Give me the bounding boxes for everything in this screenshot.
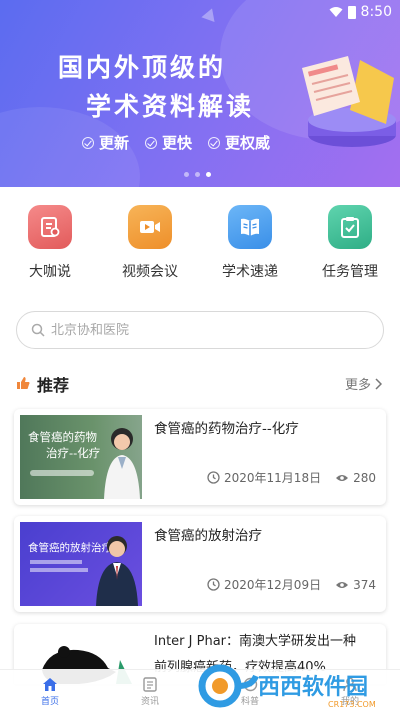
wifi-icon — [329, 7, 343, 17]
more-link[interactable]: 更多 — [345, 374, 382, 393]
banner-feature: 更权威 — [225, 134, 271, 152]
clock-icon — [207, 471, 220, 484]
search-input[interactable] — [51, 322, 351, 338]
chevron-right-icon — [375, 377, 382, 390]
documents-illustration-icon — [302, 56, 396, 147]
video-icon — [128, 205, 172, 249]
quick-item-label: 视频会议 — [122, 264, 178, 280]
article-views: 280 — [353, 470, 376, 485]
nav-label: 资讯 — [140, 697, 159, 707]
banner-feature: 更快 — [162, 134, 193, 152]
article-views: 374 — [353, 577, 376, 592]
thumbs-up-icon — [17, 377, 30, 389]
section-header-recommend: 推荐 更多 — [0, 370, 400, 398]
banner-features: 更新 更快 更权威 — [82, 132, 270, 153]
article-date: 2020年11月18日 — [224, 471, 322, 485]
article-thumbnail: 食管癌的药物 治疗--化疗 — [20, 415, 142, 499]
quick-item-label: 学术速递 — [222, 264, 278, 280]
quick-item-label: 大咖说 — [29, 264, 71, 280]
carousel-dot[interactable] — [184, 172, 189, 177]
check-circle-icon — [145, 136, 158, 149]
nav-label: 首页 — [40, 697, 59, 707]
triangle-decoration-icon — [201, 5, 219, 23]
section-title: 推荐 — [37, 376, 70, 395]
status-bar: 8:50 — [329, 2, 392, 22]
article-thumbnail: 食管癌的放射治疗 — [20, 522, 142, 606]
quick-item-academic-express[interactable]: 学术速递 — [200, 205, 300, 281]
banner-feature: 更新 — [99, 134, 130, 152]
clipboard-icon — [328, 205, 372, 249]
document-icon — [28, 205, 72, 249]
battery-icon — [347, 5, 356, 19]
check-circle-icon — [82, 136, 94, 149]
watermark-sub: CR173.COM — [328, 700, 376, 709]
check-circle-icon — [208, 136, 221, 149]
banner-title-line1: 国内外顶级的 — [58, 53, 227, 82]
quick-item-dakashuo[interactable]: 大咖说 — [0, 205, 100, 281]
article-title: 食管癌的放射治疗 — [154, 528, 262, 544]
carousel-dot[interactable] — [195, 172, 200, 177]
carousel-dot-active[interactable] — [206, 172, 211, 177]
watermark-logo: 西西软件园 CR173.COM — [198, 664, 376, 709]
thumbnail-text: 食管癌的药物 — [28, 430, 97, 444]
search-icon — [31, 323, 45, 337]
quick-item-task-management[interactable]: 任务管理 — [300, 205, 400, 281]
clock-icon — [207, 578, 220, 591]
news-icon — [143, 677, 157, 692]
search-box[interactable] — [16, 311, 384, 349]
banner-title-line2: 学术资料解读 — [86, 92, 255, 121]
banner-carousel[interactable]: 8:50 国内外顶级的 学术资料解读 更新 更快 更权威 — [0, 0, 400, 187]
article-card[interactable]: 食管癌的药物 治疗--化疗 食管癌的药物治疗--化疗 2020年11月18日 2… — [14, 409, 386, 505]
thumbnail-text: 治疗--化疗 — [46, 446, 101, 460]
quick-item-label: 任务管理 — [322, 264, 378, 280]
carousel-indicator[interactable] — [184, 172, 211, 177]
article-title: 食管癌的药物治疗--化疗 — [154, 421, 299, 437]
book-icon — [228, 205, 272, 249]
doctor-portrait-icon — [96, 536, 138, 606]
eye-icon — [336, 581, 349, 588]
article-meta: 2020年11月18日 280 — [207, 469, 376, 486]
home-icon — [43, 678, 57, 691]
nav-home[interactable]: 首页 — [0, 670, 100, 711]
article-title-line1: Inter J Phar：南澳大学研发出一种 — [154, 634, 357, 649]
article-card[interactable]: 食管癌的放射治疗 食管癌的放射治疗 2020年12月09日 374 — [14, 516, 386, 612]
doctor-portrait-icon — [104, 428, 140, 499]
eye-icon — [336, 474, 349, 481]
article-date: 2020年12月09日 — [224, 578, 322, 592]
quick-menu: 大咖说 视频会议 学术速递 任务管理 — [0, 205, 400, 281]
more-label: 更多 — [344, 378, 371, 393]
status-time: 8:50 — [360, 4, 392, 20]
nav-news[interactable]: 资讯 — [100, 670, 200, 711]
quick-item-video-meeting[interactable]: 视频会议 — [100, 205, 200, 281]
watermark-text: 西西软件园 — [258, 674, 368, 700]
article-meta: 2020年12月09日 374 — [207, 576, 376, 593]
